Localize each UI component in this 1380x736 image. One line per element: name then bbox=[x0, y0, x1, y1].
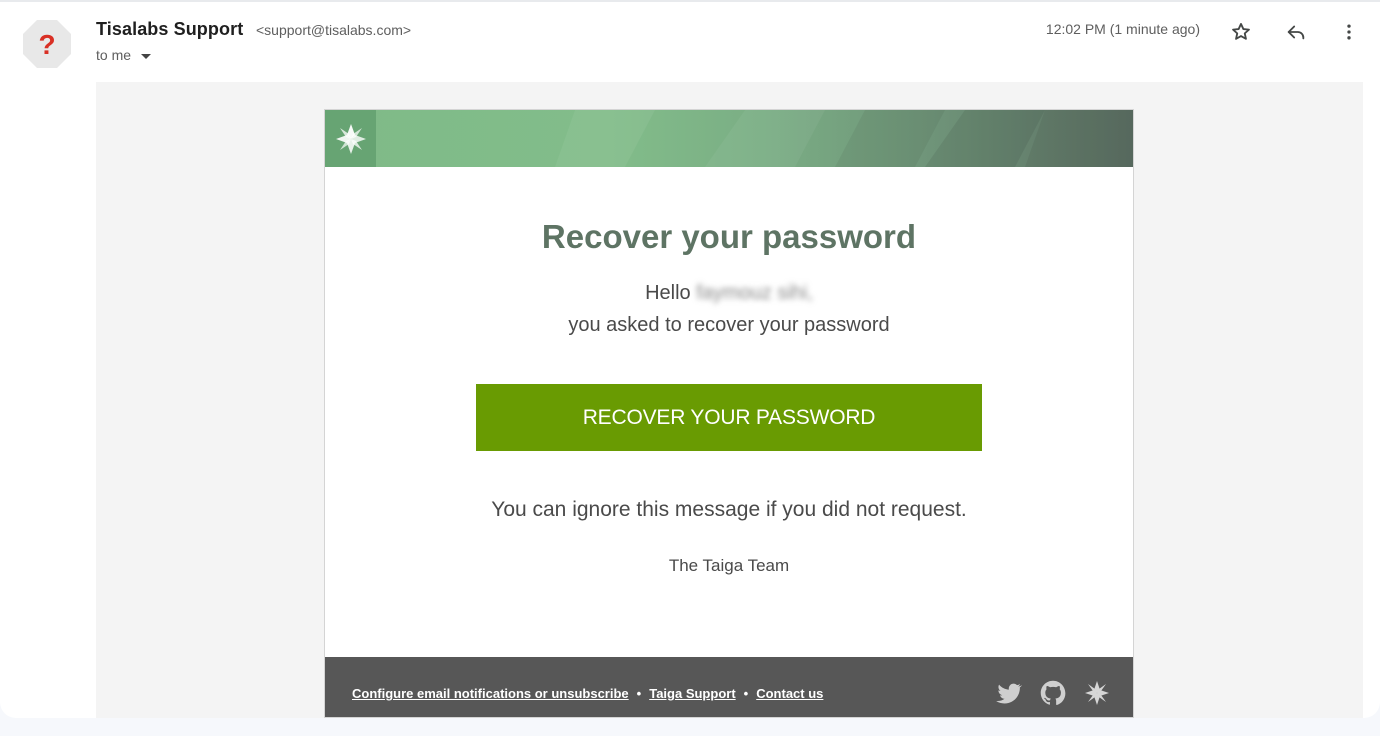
email-message-view: ? Tisalabs Support <support@tisalabs.com… bbox=[0, 0, 1380, 718]
request-description: you asked to recover your password bbox=[568, 314, 890, 336]
sender-email: <support@tisalabs.com> bbox=[256, 22, 412, 38]
greeting-prefix: Hello bbox=[645, 282, 691, 304]
email-footer: Configure email notifications or unsubsc… bbox=[325, 657, 1133, 717]
caret-down-icon bbox=[141, 53, 152, 59]
more-options-button[interactable] bbox=[1333, 16, 1365, 48]
separator: • bbox=[743, 686, 749, 701]
unknown-sender-avatar[interactable]: ? bbox=[21, 18, 73, 70]
reply-icon bbox=[1287, 25, 1305, 40]
taiga-logo-icon bbox=[325, 110, 376, 167]
twitter-icon[interactable] bbox=[995, 679, 1023, 707]
ignore-notice: You can ignore this message if you did n… bbox=[491, 498, 967, 521]
recipient-details-toggle[interactable]: to me bbox=[96, 47, 152, 63]
recipient-label: to me bbox=[96, 47, 132, 63]
star-icon bbox=[1232, 23, 1250, 40]
reply-button[interactable] bbox=[1280, 16, 1312, 48]
taiga-icon[interactable] bbox=[1083, 679, 1111, 707]
divider bbox=[0, 0, 1380, 2]
separator: • bbox=[636, 686, 642, 701]
redacted-user-name: faymouz sihi, bbox=[696, 282, 813, 304]
email-banner bbox=[325, 110, 1133, 167]
star-button[interactable] bbox=[1225, 16, 1257, 48]
more-vert-icon bbox=[1347, 24, 1351, 40]
message-timestamp: 12:02 PM (1 minute ago) bbox=[1045, 21, 1200, 37]
contact-us-link[interactable]: Contact us bbox=[756, 686, 823, 701]
sender-name[interactable]: Tisalabs Support bbox=[96, 19, 243, 40]
email-content: Recover your password Hello faymouz sihi… bbox=[324, 109, 1134, 718]
email-title: Recover your password bbox=[541, 218, 917, 255]
greeting-line: Hello faymouz sihi, bbox=[325, 282, 1133, 305]
svg-text:?: ? bbox=[38, 29, 55, 60]
signature: The Taiga Team bbox=[668, 556, 790, 575]
social-icons bbox=[995, 679, 1111, 707]
banner-pattern bbox=[555, 110, 1133, 167]
github-icon[interactable] bbox=[1039, 679, 1067, 707]
taiga-support-link[interactable]: Taiga Support bbox=[649, 686, 735, 701]
footer-links: Configure email notifications or unsubsc… bbox=[352, 686, 823, 701]
configure-notifications-link[interactable]: Configure email notifications or unsubsc… bbox=[352, 686, 629, 701]
question-mark-icon: ? bbox=[23, 20, 71, 68]
recover-password-button[interactable]: RECOVER YOUR PASSWORD bbox=[476, 384, 982, 451]
